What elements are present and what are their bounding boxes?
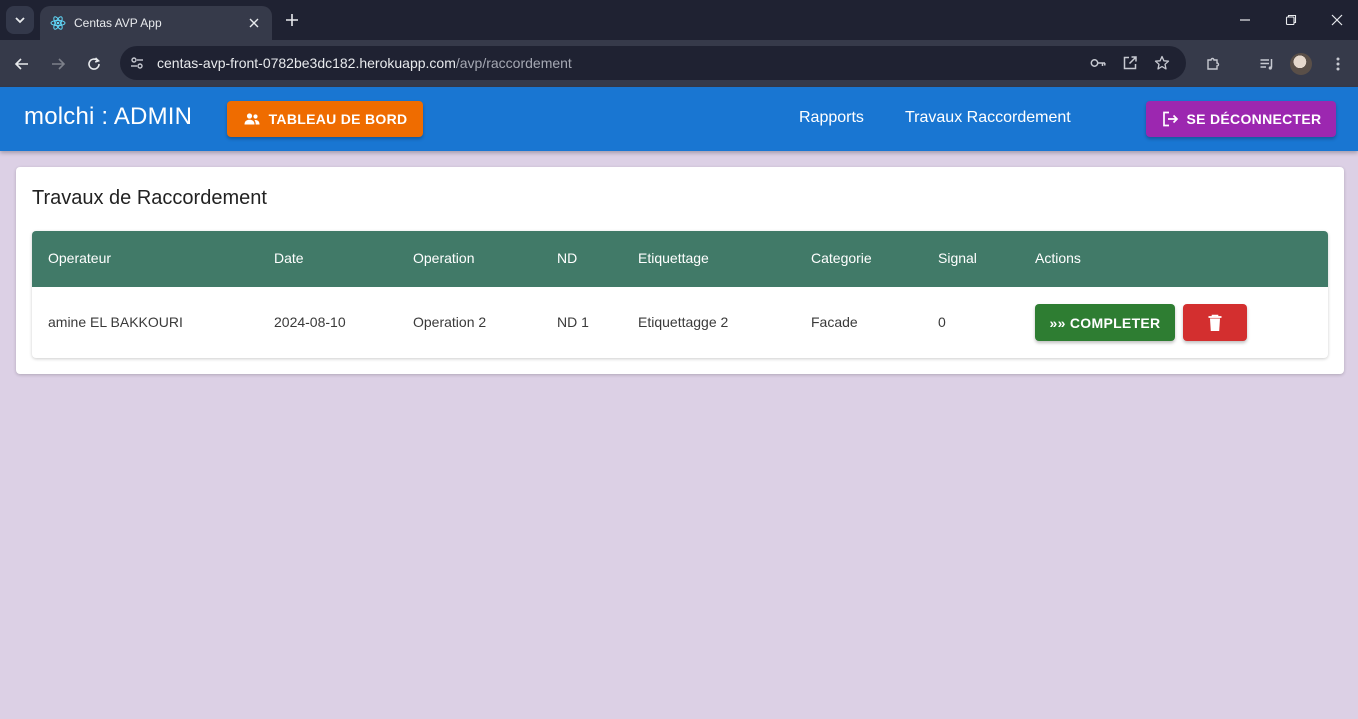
browser-tabstrip: Centas AVP App [0,0,1358,40]
cell-operateur: amine EL BAKKOURI [48,314,183,330]
star-icon[interactable] [1148,49,1176,77]
minimize-icon [1240,19,1250,21]
app-header: molchi : ADMIN TABLEAU DE BORD Rapports … [0,87,1358,151]
chevron-down-icon [15,17,25,24]
table-row: amine EL BAKKOURI 2024-08-10 Operation 2… [32,287,1328,358]
puzzle-icon [1207,57,1220,70]
back-button[interactable] [8,50,36,78]
browser-menu-button[interactable] [1324,50,1352,78]
address-bar[interactable]: centas-avp-front-0782be3dc182.herokuapp.… [120,46,1186,80]
browser-tab[interactable]: Centas AVP App [40,6,272,40]
tab-title: Centas AVP App [74,16,162,30]
column-header-etiquettage: Etiquettage [638,250,709,266]
dashboard-button-label: TABLEAU DE BORD [268,111,408,127]
page-title: Travaux de Raccordement [32,187,267,209]
people-icon [244,113,260,125]
url-host: centas-avp-front-0782be3dc182.herokuapp.… [157,55,456,71]
close-window-button[interactable] [1325,8,1349,32]
react-icon [50,15,66,31]
column-header-operateur: Operateur [48,250,112,266]
arrow-left-icon [14,58,28,70]
cell-signal: 0 [938,314,946,330]
cell-date: 2024-08-10 [274,314,346,330]
logout-button-label: SE DÉCONNECTER [1186,111,1322,127]
browser-toolbar: centas-avp-front-0782be3dc182.herokuapp.… [0,40,1358,87]
restore-button[interactable] [1279,8,1303,32]
minimize-button[interactable] [1233,8,1257,32]
column-header-actions: Actions [1035,250,1081,266]
column-header-categorie: Categorie [811,250,872,266]
kebab-menu-icon [1336,57,1340,71]
complete-button[interactable]: »» COMPLETER [1035,304,1175,341]
arrow-right-icon [52,58,66,70]
plus-icon [286,14,298,26]
cell-etiquettage: Etiquettagge 2 [638,314,729,330]
delete-button[interactable] [1183,304,1247,341]
raccordement-table: Operateur Date Operation ND Etiquettage … [32,231,1328,358]
url-path: /avp/raccordement [455,55,572,71]
profile-avatar[interactable] [1290,53,1312,75]
reload-button[interactable] [80,50,108,78]
nav-rapports[interactable]: Rapports [799,109,864,127]
media-controls-button[interactable] [1253,50,1281,78]
raccordement-card: Travaux de Raccordement Operateur Date O… [16,167,1344,374]
trash-icon [1208,314,1222,331]
column-header-date: Date [274,250,304,266]
cell-operation: Operation 2 [413,314,487,330]
close-icon [1331,14,1343,26]
dashboard-button[interactable]: TABLEAU DE BORD [227,101,423,137]
url-text: centas-avp-front-0782be3dc182.herokuapp.… [157,55,572,71]
playlist-icon [1260,59,1273,70]
new-tab-button[interactable] [282,10,302,30]
restore-icon [1285,14,1297,26]
cell-categorie: Facade [811,314,858,330]
extensions-button[interactable] [1199,50,1227,78]
reload-icon [88,57,101,70]
column-header-operation: Operation [413,250,475,266]
app-brand: molchi : ADMIN [24,103,193,130]
tab-search-button[interactable] [6,6,34,34]
open-external-icon[interactable] [1116,49,1144,77]
key-icon[interactable] [1084,49,1112,77]
site-settings-icon[interactable] [123,49,151,77]
cell-nd: ND 1 [557,314,589,330]
forward-button[interactable] [44,50,72,78]
column-header-signal: Signal [938,250,977,266]
table-header: Operateur Date Operation ND Etiquettage … [32,231,1328,287]
column-header-nd: ND [557,250,578,266]
logout-icon [1162,111,1178,127]
tab-close-icon[interactable] [246,15,262,31]
nav-travaux-raccordement[interactable]: Travaux Raccordement [905,109,1071,127]
logout-button[interactable]: SE DÉCONNECTER [1146,101,1336,137]
